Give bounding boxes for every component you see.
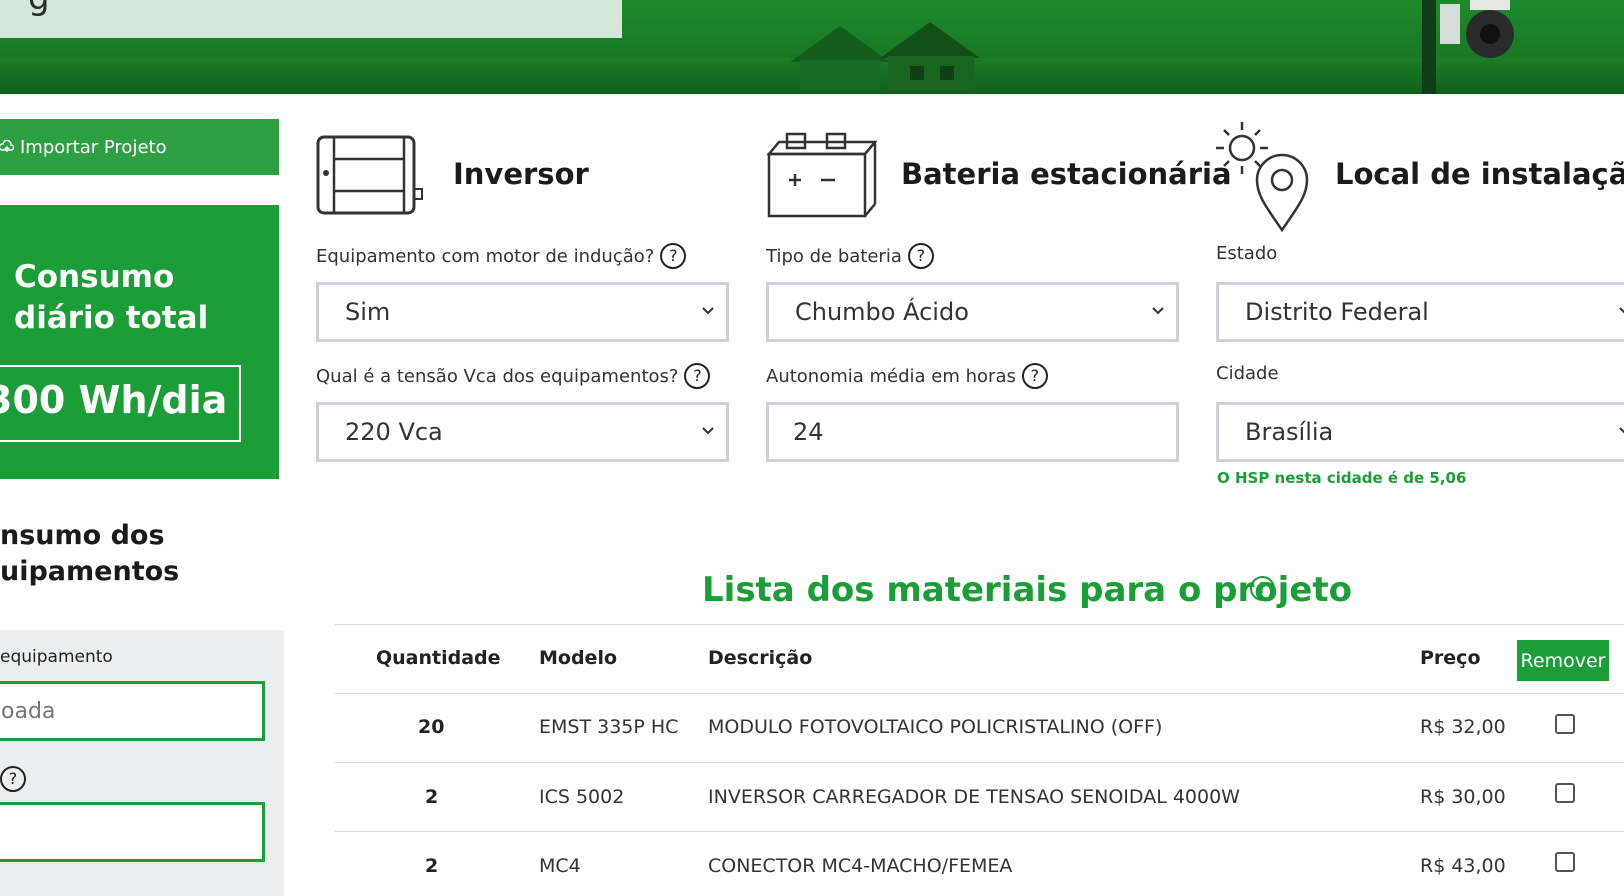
table-header-divider xyxy=(335,693,1624,694)
equipment-power-input[interactable] xyxy=(0,802,265,862)
induction-motor-value: Sim xyxy=(345,298,391,326)
autonomy-label-text: Autonomia média em horas xyxy=(766,365,1016,387)
city-label: Cidade xyxy=(1216,363,1279,384)
column-header-modelo: Modelo xyxy=(539,647,618,669)
voltage-value: 220 Vca xyxy=(345,418,443,446)
battery-type-label: Tipo de bateria ? xyxy=(766,243,934,269)
city-label-text: Cidade xyxy=(1216,363,1279,384)
battery-type-label-text: Tipo de bateria xyxy=(766,245,902,267)
autonomy-input[interactable]: 24 xyxy=(766,402,1179,462)
import-project-label: Importar Projeto xyxy=(20,136,167,158)
cloud-upload-icon xyxy=(0,139,14,152)
state-value: Distrito Federal xyxy=(1245,298,1429,326)
help-icon[interactable]: ? xyxy=(684,363,711,389)
banner-text-panel: g xyxy=(0,0,622,38)
help-icon[interactable]: ? xyxy=(1021,363,1048,389)
row-modelo: EMST 335P HC xyxy=(539,716,679,738)
induction-motor-label-text: Equipamento com motor de indução? xyxy=(316,245,655,267)
sun-location-icon xyxy=(1216,122,1309,233)
row-remove-checkbox[interactable] xyxy=(1555,714,1575,734)
battery-type-value: Chumbo Ácido xyxy=(795,298,969,326)
location-section-title: Local de instalação xyxy=(1335,157,1624,191)
state-select[interactable]: Distrito Federal xyxy=(1216,282,1624,342)
farmhouse-illustration xyxy=(790,22,980,90)
equipment-name-input[interactable] xyxy=(0,681,265,741)
voltage-label: Qual é a tensão Vca dos equipamentos? ? xyxy=(316,363,711,389)
help-icon[interactable]: ? xyxy=(907,243,934,269)
inverter-icon xyxy=(316,135,423,215)
row-remove-checkbox[interactable] xyxy=(1555,783,1575,803)
chevron-down-icon xyxy=(1619,427,1624,434)
row-descricao: INVERSOR CARREGADOR DE TENSAO SENOIDAL 4… xyxy=(708,786,1240,808)
row-remove-checkbox[interactable] xyxy=(1555,852,1575,872)
battery-type-select[interactable]: Chumbo Ácido xyxy=(766,282,1179,342)
help-icon[interactable]: ? xyxy=(1250,576,1275,601)
row-quantidade: 20 xyxy=(418,716,445,738)
table-row-divider xyxy=(335,762,1624,763)
camera-pole xyxy=(1422,0,1436,94)
row-preco: R$ 30,00 xyxy=(1420,786,1506,808)
chevron-down-icon xyxy=(702,427,714,435)
equipment-name-label: equipamento xyxy=(0,647,113,667)
remove-selected-button[interactable]: Remover xyxy=(1517,640,1609,681)
row-descricao: CONECTOR MC4-MACHO/FEMEA xyxy=(708,855,1013,877)
row-preco: R$ 43,00 xyxy=(1420,855,1506,877)
row-quantidade: 2 xyxy=(425,855,439,877)
table-row-divider xyxy=(335,831,1624,832)
row-preco: R$ 32,00 xyxy=(1420,716,1506,738)
autonomy-value: 24 xyxy=(793,418,824,446)
table-top-divider xyxy=(335,624,1624,625)
city-select[interactable]: Brasília xyxy=(1216,402,1624,462)
equipment-consumption-heading: nsumo dos uipamentos xyxy=(0,520,180,587)
induction-motor-label: Equipamento com motor de indução? ? xyxy=(316,243,687,269)
row-quantidade: 2 xyxy=(425,786,439,808)
daily-consumption-card: Consumo diário total 300 Wh/dia xyxy=(0,205,279,479)
header-banner: g xyxy=(0,0,1624,94)
state-label: Estado xyxy=(1216,243,1277,264)
row-modelo: ICS 5002 xyxy=(539,786,625,808)
row-modelo: MC4 xyxy=(539,855,581,877)
battery-icon xyxy=(766,132,877,218)
state-label-text: Estado xyxy=(1216,243,1278,264)
column-header-descricao: Descrição xyxy=(708,647,813,669)
chevron-down-icon xyxy=(702,307,714,315)
column-header-preco: Preço xyxy=(1420,647,1481,669)
inverter-section-title: Inversor xyxy=(453,157,589,191)
security-camera-illustration xyxy=(1440,0,1514,58)
help-icon[interactable]: ? xyxy=(660,243,687,269)
banner-panel-text: g xyxy=(28,0,50,18)
chevron-down-icon xyxy=(1152,307,1164,315)
column-header-quantidade: Quantidade xyxy=(376,647,501,669)
city-value: Brasília xyxy=(1245,418,1334,446)
daily-consumption-title: Consumo diário total xyxy=(14,259,209,336)
row-descricao: MODULO FOTOVOLTAICO POLICRISTALINO (OFF) xyxy=(708,716,1163,738)
daily-consumption-value: 300 Wh/dia xyxy=(0,378,228,422)
help-icon[interactable]: ? xyxy=(0,766,26,792)
hsp-hint: O HSP nesta cidade é de 5,06 xyxy=(1217,469,1467,487)
chevron-down-icon xyxy=(1619,307,1624,314)
voltage-select[interactable]: 220 Vca xyxy=(316,402,729,462)
battery-section-title: Bateria estacionária xyxy=(901,157,1232,191)
import-project-button[interactable]: Importar Projeto xyxy=(0,119,279,175)
voltage-label-text: Qual é a tensão Vca dos equipamentos? xyxy=(316,365,679,387)
autonomy-label: Autonomia média em horas ? xyxy=(766,363,1048,389)
induction-motor-select[interactable]: Sim xyxy=(316,282,729,342)
